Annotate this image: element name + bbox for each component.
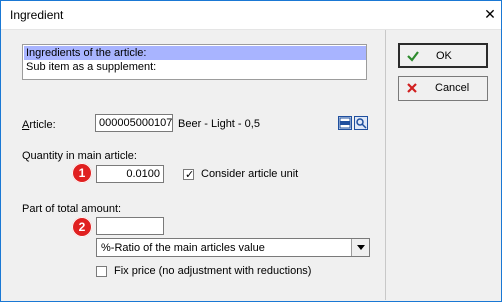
article-label: Article: xyxy=(22,119,56,131)
quantity-field[interactable]: 0.0100 xyxy=(96,165,164,183)
part-total-field[interactable] xyxy=(96,217,164,235)
article-description: Beer - Light - 0,5 xyxy=(178,118,260,130)
list-item-ingredients[interactable]: Ingredients of the article: xyxy=(24,46,366,60)
list-item-sub-item[interactable]: Sub item as a supplement: xyxy=(24,60,366,74)
ingredient-dialog: Ingredient ✕ Ingredients of the article:… xyxy=(0,0,502,302)
consider-unit-label: Consider article unit xyxy=(201,168,299,180)
article-code-field[interactable]: 000005000107 xyxy=(95,114,173,132)
consider-unit-checkbox[interactable]: ✓ xyxy=(183,169,195,181)
quantity-label: Quantity in main article: xyxy=(22,150,137,162)
search-icon-glyph xyxy=(356,118,367,129)
chevron-down-icon[interactable] xyxy=(351,239,369,256)
ok-button[interactable]: OK xyxy=(398,43,488,68)
ok-label: OK xyxy=(436,50,452,62)
x-icon xyxy=(407,83,417,93)
step-1-badge: 1 xyxy=(72,163,92,183)
main-panel: Ingredients of the article: Sub item as … xyxy=(2,30,386,300)
part-total-label: Part of total amount: xyxy=(22,203,122,215)
step-2-badge: 2 xyxy=(72,217,92,237)
button-panel: OK Cancel xyxy=(386,30,501,300)
ratio-select[interactable]: %-Ratio of the main articles value xyxy=(96,238,370,257)
dropdown-arrow-glyph xyxy=(356,244,365,250)
check-icon xyxy=(407,51,419,62)
close-icon[interactable]: ✕ xyxy=(483,7,497,21)
title-bar: Ingredient ✕ xyxy=(1,1,501,30)
cancel-button[interactable]: Cancel xyxy=(398,76,488,101)
type-listbox[interactable]: Ingredients of the article: Sub item as … xyxy=(22,44,367,80)
cancel-label: Cancel xyxy=(435,82,470,94)
fix-price-label: Fix price (no adjustment with reductions… xyxy=(114,265,312,277)
check-icon: ✓ xyxy=(185,169,195,181)
search-icon[interactable] xyxy=(354,116,368,130)
window-icon-glyph xyxy=(339,117,351,129)
window-title: Ingredient xyxy=(10,8,64,22)
window-icon[interactable] xyxy=(338,116,352,130)
fix-price-checkbox[interactable] xyxy=(96,266,107,277)
ratio-select-value: %-Ratio of the main articles value xyxy=(101,242,265,254)
